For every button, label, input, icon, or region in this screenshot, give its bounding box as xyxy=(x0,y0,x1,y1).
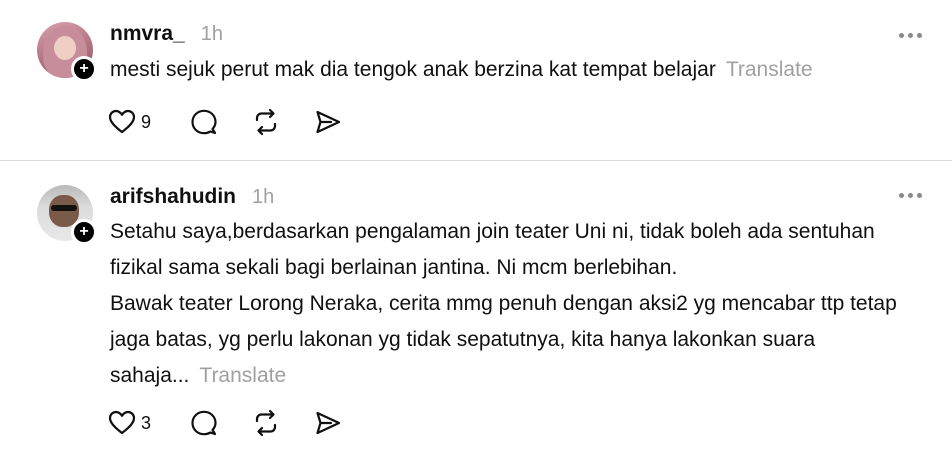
divider xyxy=(0,160,952,161)
like-count: 3 xyxy=(141,412,152,433)
like-count: 9 xyxy=(141,111,152,132)
avatar-face xyxy=(54,36,76,60)
translate-link[interactable]: Translate xyxy=(726,58,813,81)
action-bar: 9 xyxy=(108,108,342,136)
more-dot xyxy=(908,193,913,198)
post-paragraph: Setahu saya,berdasarkan pengalaman join … xyxy=(110,214,920,286)
post-text: Setahu saya,berdasarkan pengalaman join … xyxy=(110,220,875,279)
repost-button[interactable] xyxy=(252,108,314,136)
more-dot xyxy=(899,193,904,198)
more-icon[interactable] xyxy=(899,33,922,38)
post-paragraph: Bawak teater Lorong Neraka, cerita mmg p… xyxy=(110,286,920,394)
post-text: mesti sejuk perut mak dia tengok anak be… xyxy=(110,58,716,81)
more-dot xyxy=(908,33,913,38)
more-dot xyxy=(899,33,904,38)
like-button[interactable]: 9 xyxy=(108,108,190,136)
timestamp[interactable]: 1h xyxy=(201,23,223,46)
more-dot xyxy=(917,33,922,38)
plus-icon[interactable]: + xyxy=(71,56,97,82)
post-body: mesti sejuk perut mak dia tengok anak be… xyxy=(110,52,920,88)
avatar-button[interactable]: + xyxy=(37,22,97,82)
thread-post: + arifshahudin 1h Setahu saya,berdasarka… xyxy=(0,162,952,458)
share-button[interactable] xyxy=(314,409,342,437)
timestamp[interactable]: 1h xyxy=(252,186,274,209)
repost-button[interactable] xyxy=(252,409,314,437)
avatar-button[interactable]: + xyxy=(37,185,97,245)
post-header: arifshahudin 1h xyxy=(110,185,274,209)
username[interactable]: nmvra_ xyxy=(110,22,185,46)
more-icon[interactable] xyxy=(899,193,922,198)
comment-icon xyxy=(191,410,217,436)
comment-icon xyxy=(191,109,217,135)
translate-link[interactable]: Translate xyxy=(199,364,286,387)
reply-button[interactable] xyxy=(190,409,252,437)
reply-button[interactable] xyxy=(190,108,252,136)
post-paragraph: mesti sejuk perut mak dia tengok anak be… xyxy=(110,52,920,88)
heart-icon xyxy=(108,410,136,435)
repost-icon xyxy=(255,108,277,136)
avatar-glasses xyxy=(51,205,77,211)
action-bar: 3 xyxy=(108,409,342,437)
more-dot xyxy=(917,193,922,198)
share-button[interactable] xyxy=(314,108,342,136)
share-icon xyxy=(316,110,341,134)
username[interactable]: arifshahudin xyxy=(110,185,236,209)
share-icon xyxy=(316,411,341,435)
post-header: nmvra_ 1h xyxy=(110,22,223,46)
thread-post: + nmvra_ 1h mesti sejuk perut mak dia te… xyxy=(0,0,952,161)
plus-icon[interactable]: + xyxy=(71,219,97,245)
heart-icon xyxy=(108,109,136,134)
like-button[interactable]: 3 xyxy=(108,409,190,437)
repost-icon xyxy=(255,409,277,437)
